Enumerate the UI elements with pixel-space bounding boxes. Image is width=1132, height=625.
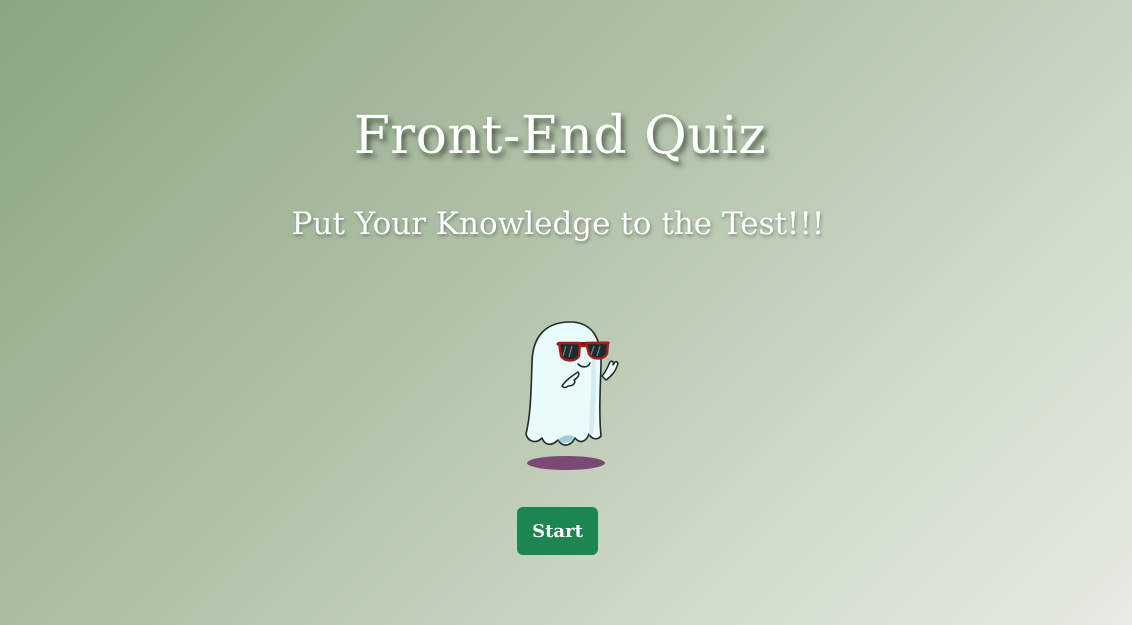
quiz-start-page: Front-End Quiz Put Your Knowledge to the… [0, 0, 1132, 625]
page-subtitle: Put Your Knowledge to the Test!!! [291, 206, 825, 242]
page-title: Front-End Quiz [353, 106, 767, 166]
ghost-with-sunglasses-icon [518, 316, 626, 476]
ghost-shadow [527, 456, 605, 470]
start-button[interactable]: Start [517, 507, 598, 555]
